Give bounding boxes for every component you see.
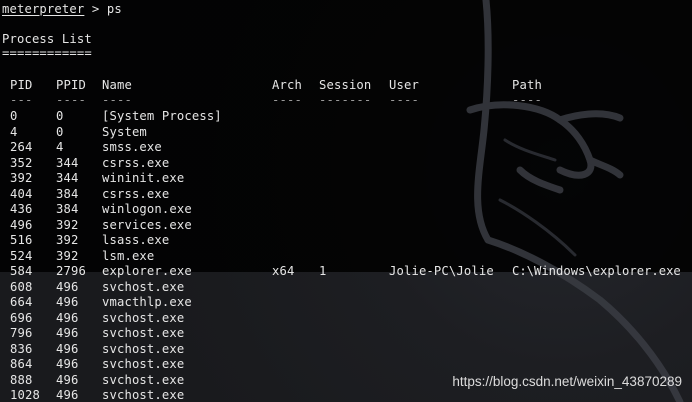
cell-path: C:\Windows\explorer.exe (512, 264, 681, 278)
cell-pid: 404 (10, 186, 33, 201)
column-dash-user: ---- (389, 93, 419, 107)
column-header-path: Path (512, 78, 542, 92)
cell-ppid: 496 (56, 372, 79, 387)
cell-name: wininit.exe (102, 171, 185, 185)
cell-ppid: 384 (56, 202, 79, 216)
cell-ppid: 496 (56, 310, 79, 325)
cell-pid: 516 (10, 233, 33, 247)
cell-pid: 4 (10, 124, 18, 139)
cell-pid: 436 (10, 202, 33, 216)
cell-name: lsass.exe (102, 233, 170, 247)
cell-name: vmacthlp.exe (102, 295, 192, 309)
prompt-separator: > (84, 2, 107, 16)
cell-name: csrss.exe (102, 186, 170, 201)
cell-pid: 584 (10, 264, 33, 278)
watermark-url: https://blog.csdn.net/weixin_43870289 (452, 374, 682, 389)
cell-ppid: 2796 (56, 264, 86, 278)
cell-pid: 696 (10, 310, 33, 325)
cell-name: System (102, 124, 147, 139)
cell-pid: 1028 (10, 388, 40, 402)
cell-ppid: 0 (56, 109, 64, 123)
cell-ppid: 496 (56, 295, 79, 309)
prompt-name: meterpreter (2, 2, 85, 16)
cell-name: svchost.exe (102, 310, 185, 325)
cell-name: svchost.exe (102, 341, 185, 356)
cell-ppid: 496 (56, 357, 79, 371)
column-dash-session: ------- (319, 93, 372, 107)
cell-pid: 496 (10, 217, 33, 232)
column-dash-path: ---- (512, 93, 542, 107)
cell-pid: 888 (10, 372, 33, 387)
column-header-name: Name (102, 78, 132, 92)
cell-ppid: 344 (56, 155, 79, 170)
column-dash-name: ---- (102, 93, 132, 107)
cell-session: 1 (319, 264, 327, 278)
cell-name: smss.exe (102, 140, 162, 154)
cell-ppid: 0 (56, 124, 64, 139)
column-dash-pid: --- (10, 93, 33, 107)
cell-ppid: 392 (56, 217, 79, 232)
cell-name: svchost.exe (102, 388, 185, 402)
column-header-user: User (389, 78, 419, 92)
cell-pid: 836 (10, 341, 33, 356)
cell-pid: 608 (10, 279, 33, 294)
cell-ppid: 496 (56, 388, 79, 402)
cell-name: svchost.exe (102, 279, 185, 294)
prompt-command: ps (106, 2, 122, 16)
cell-ppid: 392 (56, 233, 79, 247)
cell-name: svchost.exe (102, 357, 185, 371)
cell-name: services.exe (102, 217, 192, 232)
cell-pid: 0 (10, 109, 18, 123)
cell-pid: 352 (10, 155, 33, 170)
cell-pid: 392 (10, 171, 33, 185)
cell-ppid: 4 (56, 140, 64, 154)
process-list-title-rule: ============ (2, 46, 92, 60)
cell-ppid: 496 (56, 279, 79, 294)
cell-ppid: 496 (56, 326, 79, 340)
cell-arch: x64 (272, 264, 295, 278)
cell-pid: 864 (10, 357, 33, 371)
cell-ppid: 496 (56, 341, 79, 356)
cell-name: explorer.exe (102, 264, 192, 278)
cell-pid: 796 (10, 326, 33, 340)
cell-user: Jolie-PC\Jolie (389, 264, 494, 278)
cell-name: lsm.exe (102, 248, 155, 263)
terminal-window[interactable]: meterpreter > ps Process List ==========… (0, 0, 692, 402)
cell-name: winlogon.exe (102, 202, 192, 216)
prompt-line: meterpreter > ps (2, 2, 122, 18)
cell-ppid: 344 (56, 171, 79, 185)
cell-name: svchost.exe (102, 326, 185, 340)
cell-pid: 264 (10, 140, 33, 154)
cell-ppid: 384 (56, 186, 79, 201)
cell-name: csrss.exe (102, 155, 170, 170)
column-dash-arch: ---- (272, 93, 302, 107)
column-header-pid: PID (10, 78, 33, 92)
column-header-arch: Arch (272, 78, 302, 92)
column-header-ppid: PPID (56, 78, 86, 92)
cell-name: [System Process] (102, 109, 222, 123)
cell-pid: 524 (10, 248, 33, 263)
cell-ppid: 392 (56, 248, 79, 263)
column-dash-ppid: ---- (56, 93, 86, 107)
column-header-session: Session (319, 78, 372, 92)
cell-name: svchost.exe (102, 372, 185, 387)
cell-pid: 664 (10, 295, 33, 309)
